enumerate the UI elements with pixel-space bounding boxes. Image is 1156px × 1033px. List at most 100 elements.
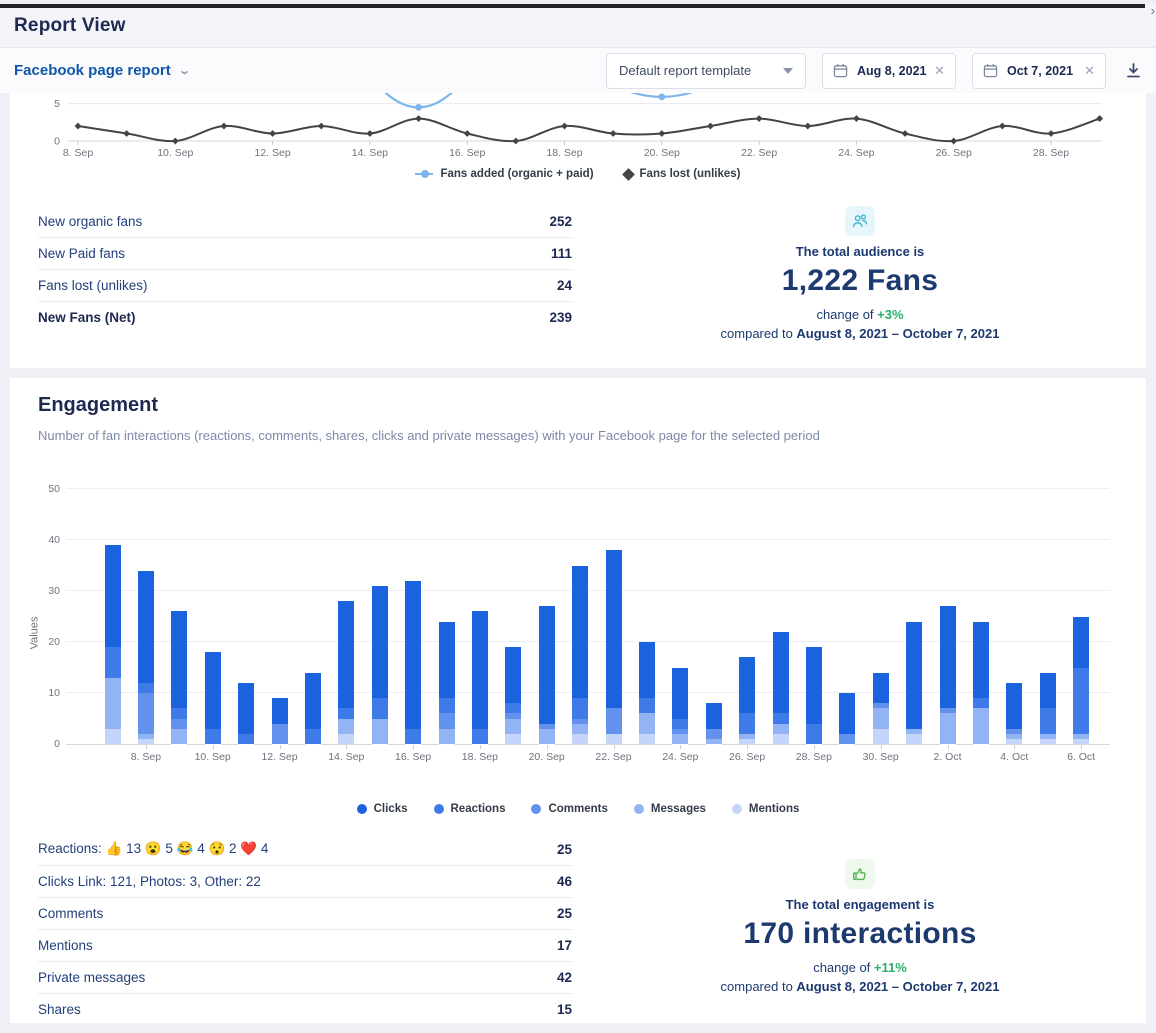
table-row: Reactions: 👍 13 😮 5 😂 4 😯 2 ❤️ 4 25 [38,833,574,866]
bar-segment-mentions [505,734,521,744]
bar-segment-reactions [372,698,388,718]
bar-segment-reactions [171,708,187,718]
bar-segment-clicks [505,647,521,703]
stacked-bar[interactable] [906,622,922,744]
stacked-bar[interactable] [1006,683,1022,744]
template-select[interactable]: Default report template [606,53,806,89]
stacked-bar[interactable] [171,611,187,744]
table-row: New organic fans 252 [38,206,574,238]
legend-item-reactions[interactable]: Reactions [434,803,506,815]
report-name-dropdown[interactable]: Facebook page report ⌄ [14,62,189,79]
stacked-bar[interactable] [1040,673,1056,744]
template-select-value: Default report template [619,63,751,78]
stacked-bar[interactable] [639,642,655,744]
download-report-button[interactable] [1122,60,1144,82]
x-axis-label: 22. Sep [584,751,644,763]
bar-segment-messages [171,729,187,744]
stacked-bar[interactable] [806,647,822,744]
date-to-picker[interactable]: Oct 7, 2021 ✕ [972,53,1106,89]
stacked-bar[interactable] [606,550,622,744]
legend-item-comments[interactable]: Comments [531,803,607,815]
bar-segment-comments [606,708,622,734]
x-axis-tick [614,745,615,749]
bar-segment-clicks [806,647,822,724]
compare-range: August 8, 2021 – October 7, 2021 [796,979,999,994]
bar-segment-clicks [873,673,889,704]
bar-segment-mentions [639,734,655,744]
bar-segment-messages [105,678,121,729]
stacked-bar[interactable] [839,693,855,744]
stacked-bar[interactable] [739,657,755,744]
x-axis-tick [948,745,949,749]
x-axis-tick [213,745,214,749]
bar-segment-messages [572,724,588,734]
stacked-bar[interactable] [472,611,488,744]
bar-plot-area: 01020304050 [66,490,1110,745]
bar-segment-mentions [906,734,922,744]
legend-dot-icon [732,804,742,814]
x-axis-label: 8. Sep [116,751,176,763]
svg-text:18. Sep: 18. Sep [546,147,582,159]
bar-segment-mentions [739,739,755,744]
x-axis-label: 6. Oct [1051,751,1111,763]
stacked-bar[interactable] [238,683,254,744]
toolbar: Facebook page report ⌄ Default report te… [0,48,1156,93]
legend-fans-lost[interactable]: Fans lost (unlikes) [624,168,741,180]
bar-segment-mentions [572,734,588,744]
stacked-bar[interactable] [940,606,956,744]
clear-date-icon[interactable]: ✕ [934,64,945,77]
svg-text:0: 0 [54,136,60,148]
line-marker-icon [415,173,433,175]
bar-segment-reactions [138,683,154,693]
bar-segment-clicks [773,632,789,714]
stacked-bar[interactable] [1073,617,1089,744]
stacked-bar[interactable] [439,622,455,744]
bar-segment-messages [940,713,956,744]
stacked-bar[interactable] [205,652,221,744]
stacked-bar[interactable] [873,673,889,744]
legend-item-messages[interactable]: Messages [634,803,706,815]
clear-date-icon[interactable]: ✕ [1084,64,1095,77]
change-percent: +11% [874,960,907,975]
x-axis-tick [280,745,281,749]
bar-segment-reactions [205,729,221,744]
stacked-bar[interactable] [338,601,354,744]
stacked-bar[interactable] [539,606,555,744]
x-axis-label: 28. Sep [784,751,844,763]
stacked-bar[interactable] [405,581,421,744]
svg-text:14. Sep: 14. Sep [352,147,388,159]
date-from-picker[interactable]: Aug 8, 2021 ✕ [822,53,956,89]
stacked-bar[interactable] [672,668,688,744]
stacked-bar[interactable] [973,622,989,744]
stacked-bar[interactable] [773,632,789,744]
bar-segment-messages [973,708,989,744]
bar-segment-comments [138,693,154,734]
table-row: New Paid fans 111 [38,238,574,270]
stacked-bar[interactable] [138,571,154,744]
bar-segment-clicks [1073,617,1089,668]
bar-segment-mentions [1006,739,1022,744]
gridline [66,539,1110,540]
stacked-bar[interactable] [372,586,388,744]
bar-segment-comments [839,734,855,744]
bar-segment-clicks [739,657,755,713]
stacked-bar[interactable] [305,673,321,744]
x-axis-tick [814,745,815,749]
legend-item-mentions[interactable]: Mentions [732,803,799,815]
legend-fans-added[interactable]: Fans added (organic + paid) [415,168,593,180]
stacked-bar[interactable] [706,703,722,744]
x-axis-tick [1014,745,1015,749]
legend-item-clicks[interactable]: Clicks [357,803,408,815]
report-name-label: Facebook page report [14,62,171,79]
stacked-bar[interactable] [272,698,288,744]
y-axis-tick: 30 [34,585,60,597]
stacked-bar[interactable] [572,566,588,744]
y-axis-tick: 40 [34,534,60,546]
bar-segment-clicks [706,703,722,729]
stacked-bar[interactable] [105,545,121,744]
bar-segment-reactions [505,703,521,713]
stacked-bar[interactable] [505,647,521,744]
engagement-change: change of +11% [813,960,907,975]
svg-text:8. Sep: 8. Sep [63,147,94,159]
bar-segment-clicks [906,622,922,729]
